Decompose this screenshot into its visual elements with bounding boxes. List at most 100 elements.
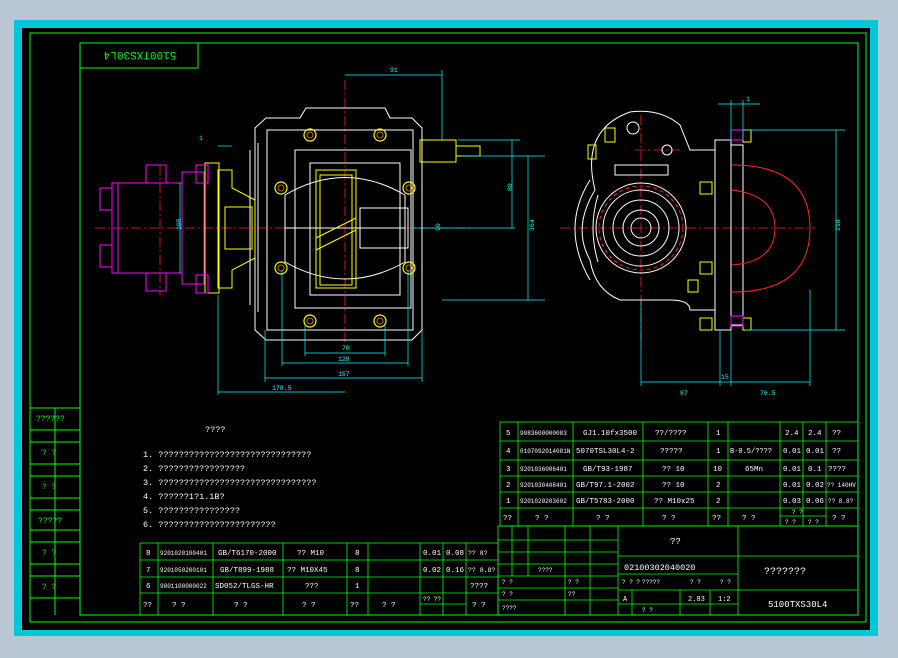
table-cell-text: 9201030408401 (520, 482, 567, 489)
dimension-label: 87 (680, 390, 688, 397)
table-cell-text: ??? (305, 583, 319, 591)
table-cell-text: ?? (712, 515, 721, 523)
dimension-label: 15 (721, 374, 729, 381)
table-cell-text: ????? (660, 448, 683, 456)
table-cell-text: 6 (146, 583, 151, 591)
dimension-label: 1 (746, 96, 750, 103)
side-label: ? ? (42, 449, 57, 458)
table-cell-text: ? ? (742, 515, 756, 523)
table-cell-text: ?? 8.8? (828, 498, 854, 505)
dimension-label: 218 (835, 219, 842, 231)
dimension-label: 178.5 (272, 385, 292, 392)
side-label: ? ? (42, 583, 57, 592)
table-cell-text: GB/T6170-2000 (218, 550, 277, 558)
table-cell-text: 9201036006401 (520, 466, 567, 473)
table-cell-text: 0.01 (783, 482, 802, 490)
table-cell-text: ? ? (690, 579, 701, 586)
dimension-label: 76.5 (760, 390, 776, 397)
dimension-label: 80 (507, 183, 514, 191)
table-cell-text: B-0.5/???? (730, 448, 772, 456)
table-cell-text: 0.1 (808, 466, 822, 474)
table-cell-text: 3 (506, 466, 511, 474)
table-cell-text: ? ? (785, 519, 796, 526)
notes-heading: ???? (205, 425, 225, 435)
table-cell-text: ? ? (808, 519, 819, 526)
dimension-label: 128 (338, 356, 350, 363)
table-cell-text: ? ? (568, 579, 579, 586)
table-cell-text: GB/T97.1-2002 (576, 482, 635, 490)
note-item: 2. ????????????????? (143, 464, 245, 474)
table-cell-text: ???? (470, 583, 488, 591)
table-cell-text: 0107092014081N (520, 448, 571, 455)
table-cell-text: GJ1.10fx3500 (583, 430, 638, 438)
table-cell-text: ? ? (792, 509, 803, 516)
table-cell-text: ?? (832, 448, 841, 456)
table-cell-text: 0.01 (783, 466, 802, 474)
table-cell-text: 7 (146, 567, 151, 575)
table-cell-text: ?? M10 (297, 550, 325, 558)
drawing-name: ??????? (764, 567, 806, 578)
dimension-label: 91 (390, 67, 398, 74)
table-cell-text: 2 (716, 498, 721, 506)
title-unit: ?? (670, 537, 681, 547)
table-cell-text: 1 (716, 448, 721, 456)
table-cell-text: 0.01 (806, 448, 825, 456)
table-cell-text: ? ? (472, 602, 486, 610)
table-cell-text: 9201020100401 (160, 550, 207, 557)
table-cell-text: 1 (506, 498, 511, 506)
table-cell-text: 2 (506, 482, 511, 490)
table-cell-text: ? ? (172, 602, 186, 610)
table-cell-text: ? ? (502, 591, 513, 598)
note-item: 3. ??????????????????????????????? (143, 478, 316, 488)
table-cell-text: ? ? (234, 602, 248, 610)
table-cell-text: 0.08 (446, 550, 464, 558)
table-cell-text: 1 (716, 430, 721, 438)
title-mark: ? ? ? (622, 579, 640, 586)
table-cell-text: ? ? (382, 602, 396, 610)
table-cell-text: 0.03 (783, 498, 802, 506)
dimension-label: 157 (338, 371, 350, 378)
dimension-label: 164 (529, 219, 536, 231)
table-cell-text: 2.4 (785, 430, 799, 438)
table-cell-text: ? ? (302, 602, 316, 610)
table-cell-text: ? ? (596, 515, 610, 523)
table-cell-text: 2.4 (808, 430, 822, 438)
table-cell-text: GB/T899-1988 (220, 567, 274, 575)
drawing-number: 02100302040020 (624, 563, 695, 573)
table-cell-text: ?? (503, 515, 512, 523)
title-weight: 2.83 (688, 596, 705, 604)
table-cell-text: ???? (502, 605, 517, 612)
note-item: 4. ??????1?1.1B? (143, 492, 225, 502)
table-cell-text: ?? ?? (423, 596, 441, 603)
table-cell-text: ???? (538, 567, 553, 574)
table-cell-text: ? ? (502, 579, 513, 586)
dimension-label: 105 (176, 218, 183, 230)
title-sheet: ? ? (642, 607, 653, 614)
table-cell-text: 0.02 (423, 567, 441, 575)
table-cell-text: ? ? (535, 515, 549, 523)
table-cell-text: 9201050200101 (160, 567, 207, 574)
table-cell-text: ??/???? (655, 430, 687, 438)
dimension-label: 1 (199, 135, 203, 142)
table-cell-text: 8 (355, 550, 360, 558)
cad-drawing-window: 5100TXS30L4 ?????? ? ? ? ? ????? ? ? ? ? (0, 0, 898, 658)
drawing-model: 5100TXS30L4 (768, 600, 827, 610)
table-cell-text: 9201020203602 (520, 498, 567, 505)
title-rev: ????? (642, 579, 660, 586)
side-label: ?????? (36, 415, 65, 424)
table-cell-text: 9801100000022 (160, 583, 207, 590)
table-cell-text: 1 (355, 583, 360, 591)
table-cell-text: GB/T5783-2000 (576, 498, 635, 506)
note-item: 1. ?????????????????????????????? (143, 450, 311, 460)
table-cell-text: 5070TSL30L4-2 (576, 448, 635, 456)
table-cell-text: ?? 10 (662, 466, 685, 474)
table-cell-text: ?? 10 (662, 482, 685, 490)
table-cell-text: 5 (506, 430, 511, 438)
side-label: ? ? (42, 483, 57, 492)
title-scale: 1:2 (718, 596, 731, 604)
table-cell-text: 0.02 (806, 482, 824, 490)
dimension-label: 70 (342, 345, 350, 352)
table-cell-text: ?? M10x25 (654, 498, 695, 506)
table-cell-text: ? ? (720, 579, 731, 586)
table-cell-text: 8 (146, 550, 151, 558)
